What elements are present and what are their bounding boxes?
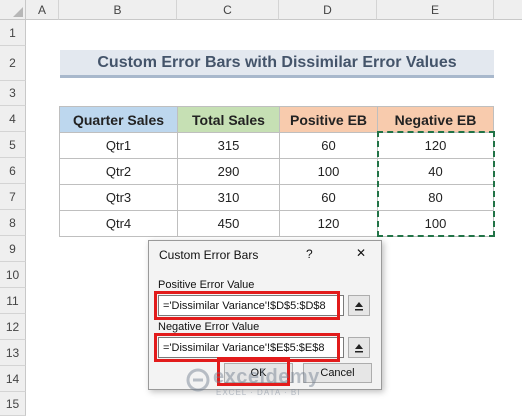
row-header-1[interactable]: 1 [0, 20, 26, 46]
row-header-13[interactable]: 13 [0, 340, 26, 366]
row-header-7[interactable]: 7 [0, 184, 26, 210]
close-icon[interactable]: ✕ [356, 246, 366, 260]
table-cell[interactable]: 100 [377, 210, 494, 237]
table-cell[interactable]: Qtr2 [59, 158, 178, 185]
table-cell[interactable]: 100 [279, 158, 378, 185]
table-cell[interactable]: Qtr1 [59, 132, 178, 159]
column-header-a[interactable]: A [26, 0, 59, 20]
row-header-10[interactable]: 10 [0, 262, 26, 288]
help-icon[interactable]: ? [306, 247, 313, 261]
positive-error-input[interactable]: ='Dissimilar Variance'!$D$5:$D$8 [158, 295, 344, 316]
row-header-8[interactable]: 8 [0, 210, 26, 236]
table-cell[interactable]: Qtr4 [59, 210, 178, 237]
collapse-arrow-icon [355, 301, 363, 310]
table-cell[interactable]: 315 [177, 132, 280, 159]
row-header-15[interactable]: 15 [0, 392, 26, 416]
column-header-f[interactable] [494, 0, 522, 20]
table-cell[interactable]: Qtr3 [59, 184, 178, 211]
collapse-arrow-icon [355, 343, 363, 352]
table-cell[interactable]: 60 [279, 132, 378, 159]
row-header-2[interactable]: 2 [0, 46, 26, 81]
ok-button[interactable]: OK [224, 363, 293, 383]
table-cell[interactable]: 120 [377, 132, 494, 159]
dialog-title: Custom Error Bars [159, 248, 259, 262]
row-header-11[interactable]: 11 [0, 288, 26, 314]
column-header-b[interactable]: B [59, 0, 177, 20]
table-header-positive-eb[interactable]: Positive EB [279, 106, 378, 133]
column-header-e[interactable]: E [377, 0, 494, 20]
row-header-9[interactable]: 9 [0, 236, 26, 262]
column-header-d[interactable]: D [279, 0, 377, 20]
positive-error-label: Positive Error Value [158, 279, 255, 291]
collapse-dialog-negative-button[interactable] [348, 337, 370, 358]
row-header-14[interactable]: 14 [0, 366, 26, 392]
table-header-quarter-sales[interactable]: Quarter Sales [59, 106, 178, 133]
row-header-6[interactable]: 6 [0, 158, 26, 184]
table-cell[interactable]: 80 [377, 184, 494, 211]
select-all-corner[interactable] [0, 0, 26, 20]
cancel-button[interactable]: Cancel [303, 363, 372, 383]
table-cell[interactable]: 40 [377, 158, 494, 185]
row-header-3[interactable]: 3 [0, 81, 26, 106]
row-header-4[interactable]: 4 [0, 106, 26, 132]
custom-error-bars-dialog: Custom Error Bars ? ✕ Positive Error Val… [148, 240, 382, 390]
table-header-total-sales[interactable]: Total Sales [177, 106, 280, 133]
column-header-c[interactable]: C [177, 0, 279, 20]
table-cell[interactable]: 310 [177, 184, 280, 211]
row-header-12[interactable]: 12 [0, 314, 26, 340]
table-cell[interactable]: 290 [177, 158, 280, 185]
table-header-negative-eb[interactable]: Negative EB [377, 106, 494, 133]
table-cell[interactable]: 120 [279, 210, 378, 237]
sheet-title: Custom Error Bars with Dissimilar Error … [60, 50, 494, 78]
table-cell[interactable]: 60 [279, 184, 378, 211]
negative-error-input[interactable]: ='Dissimilar Variance'!$E$5:$E$8 [158, 337, 344, 358]
table-cell[interactable]: 450 [177, 210, 280, 237]
collapse-dialog-positive-button[interactable] [348, 295, 370, 316]
row-header-5[interactable]: 5 [0, 132, 26, 158]
negative-error-label: Negative Error Value [158, 321, 260, 333]
